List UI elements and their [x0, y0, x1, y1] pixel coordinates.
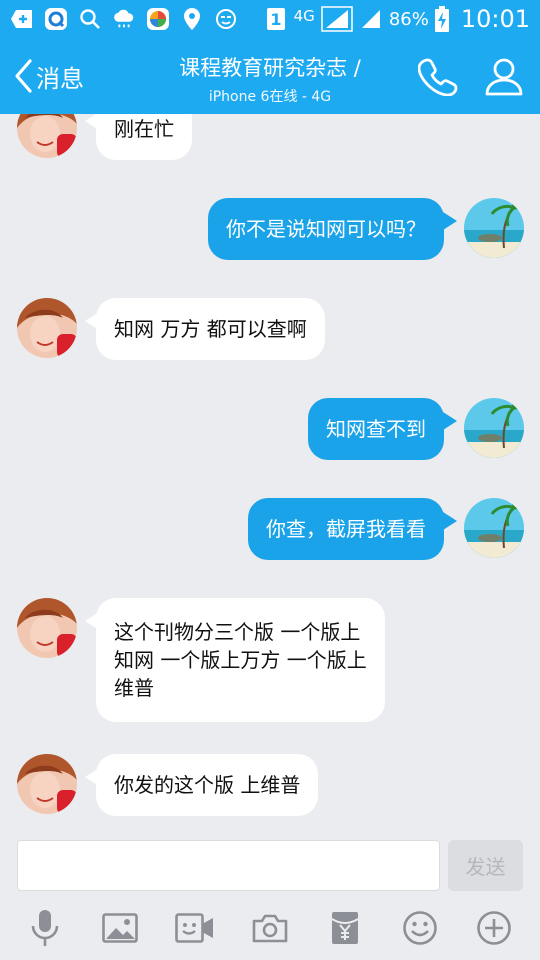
battery-charging-icon — [434, 6, 449, 32]
message-text: 你发的这个版 上维普 — [114, 773, 301, 797]
red-packet-button[interactable] — [323, 908, 367, 952]
message-bubble-incoming[interactable]: 知网 万方 都可以查啊 — [96, 298, 325, 360]
message-bubble-outgoing[interactable]: 你不是说知网可以吗？ — [208, 198, 444, 260]
message-bubble-outgoing[interactable]: 你查，截屏我看看 — [248, 498, 444, 560]
message-text: 知网查不到 — [326, 417, 426, 441]
message-bubble-incoming[interactable]: 这个刊物分三个版 一个版上 知网 一个版上万方 一个版上 维普 — [96, 598, 385, 722]
contact-avatar[interactable] — [17, 114, 77, 158]
clock: 10:01 — [460, 5, 530, 33]
message-bubble-incoming[interactable]: 你发的这个版 上维普 — [96, 754, 319, 816]
compose-bar: 发送 — [0, 830, 540, 900]
back-label: 消息 — [36, 64, 84, 93]
voice-call-button[interactable] — [417, 56, 462, 97]
status-system: 1 4G 86% 10:01 — [264, 5, 530, 33]
back-button[interactable]: 消息 — [12, 56, 84, 96]
camera-button[interactable] — [248, 908, 292, 952]
status-notifications — [10, 7, 238, 31]
location-icon — [180, 7, 204, 31]
chat-title-block[interactable]: 课程教育研究杂志 / iPhone 6在线 - 4G — [140, 52, 400, 106]
camera-icon — [252, 913, 288, 947]
browser-app-icon — [44, 7, 68, 31]
battery-percent: 86% — [388, 8, 429, 30]
contact-avatar[interactable] — [17, 298, 77, 358]
plus-icon — [476, 910, 512, 950]
bubble-tail — [443, 512, 457, 530]
message-text-line: 知网 一个版上万方 一个版上 — [114, 648, 367, 672]
signal-strength-2-icon — [359, 7, 383, 31]
message-text-line: 维普 — [114, 676, 154, 700]
message-input[interactable] — [17, 840, 440, 891]
app-store-icon — [146, 7, 170, 31]
message-text-line: 这个刊物分三个版 一个版上 — [114, 620, 361, 644]
chat-title: 课程教育研究杂志 / — [179, 56, 361, 80]
chat-header: 消息 课程教育研究杂志 / iPhone 6在线 - 4G — [0, 38, 540, 114]
photo-button[interactable] — [98, 908, 142, 952]
more-options-button[interactable] — [472, 908, 516, 952]
red-packet-icon — [331, 911, 359, 949]
video-message-button[interactable] — [173, 908, 217, 952]
message-text: 刚在忙 — [114, 117, 174, 141]
video-message-icon — [175, 913, 215, 947]
message-bubble-incoming[interactable]: 刚在忙 — [96, 114, 192, 160]
message-text: 你不是说知网可以吗？ — [226, 217, 426, 241]
signal-strength-icon — [321, 6, 353, 32]
phone-icon — [417, 58, 458, 100]
face-app-icon — [214, 7, 238, 31]
search-icon — [78, 7, 102, 31]
compose-toolbar — [0, 900, 540, 960]
chevron-left-icon — [12, 58, 34, 94]
bubble-tail — [443, 212, 457, 230]
voice-input-button[interactable] — [23, 908, 67, 952]
contact-avatar[interactable] — [17, 754, 77, 814]
microphone-icon — [29, 909, 61, 951]
contact-avatar[interactable] — [17, 598, 77, 658]
emoji-icon — [402, 910, 438, 950]
chat-subtitle: iPhone 6在线 - 4G — [208, 89, 332, 105]
message-text: 知网 万方 都可以查啊 — [114, 317, 307, 341]
my-avatar[interactable] — [464, 198, 524, 258]
sim-slot-label: 1 — [270, 10, 281, 29]
weather-icon — [112, 7, 136, 31]
message-list[interactable]: 刚在忙 你不是说知网可以吗？ 知网 万方 都可以查啊 知网查不到 你查，截屏我看… — [0, 114, 540, 830]
status-bar: 1 4G 86% 10:01 — [0, 0, 540, 38]
my-avatar[interactable] — [464, 498, 524, 558]
sim-slot-icon: 1 — [264, 7, 288, 31]
emoji-button[interactable] — [398, 908, 442, 952]
contact-profile-button[interactable] — [484, 56, 528, 96]
person-icon — [484, 58, 524, 100]
network-type-label: 4G — [293, 7, 315, 25]
add-app-icon — [10, 7, 34, 31]
image-icon — [102, 913, 139, 947]
message-text: 你查，截屏我看看 — [266, 517, 426, 541]
send-button[interactable]: 发送 — [448, 840, 523, 891]
bubble-tail — [443, 412, 457, 430]
message-bubble-outgoing[interactable]: 知网查不到 — [308, 398, 444, 460]
my-avatar[interactable] — [464, 398, 524, 458]
